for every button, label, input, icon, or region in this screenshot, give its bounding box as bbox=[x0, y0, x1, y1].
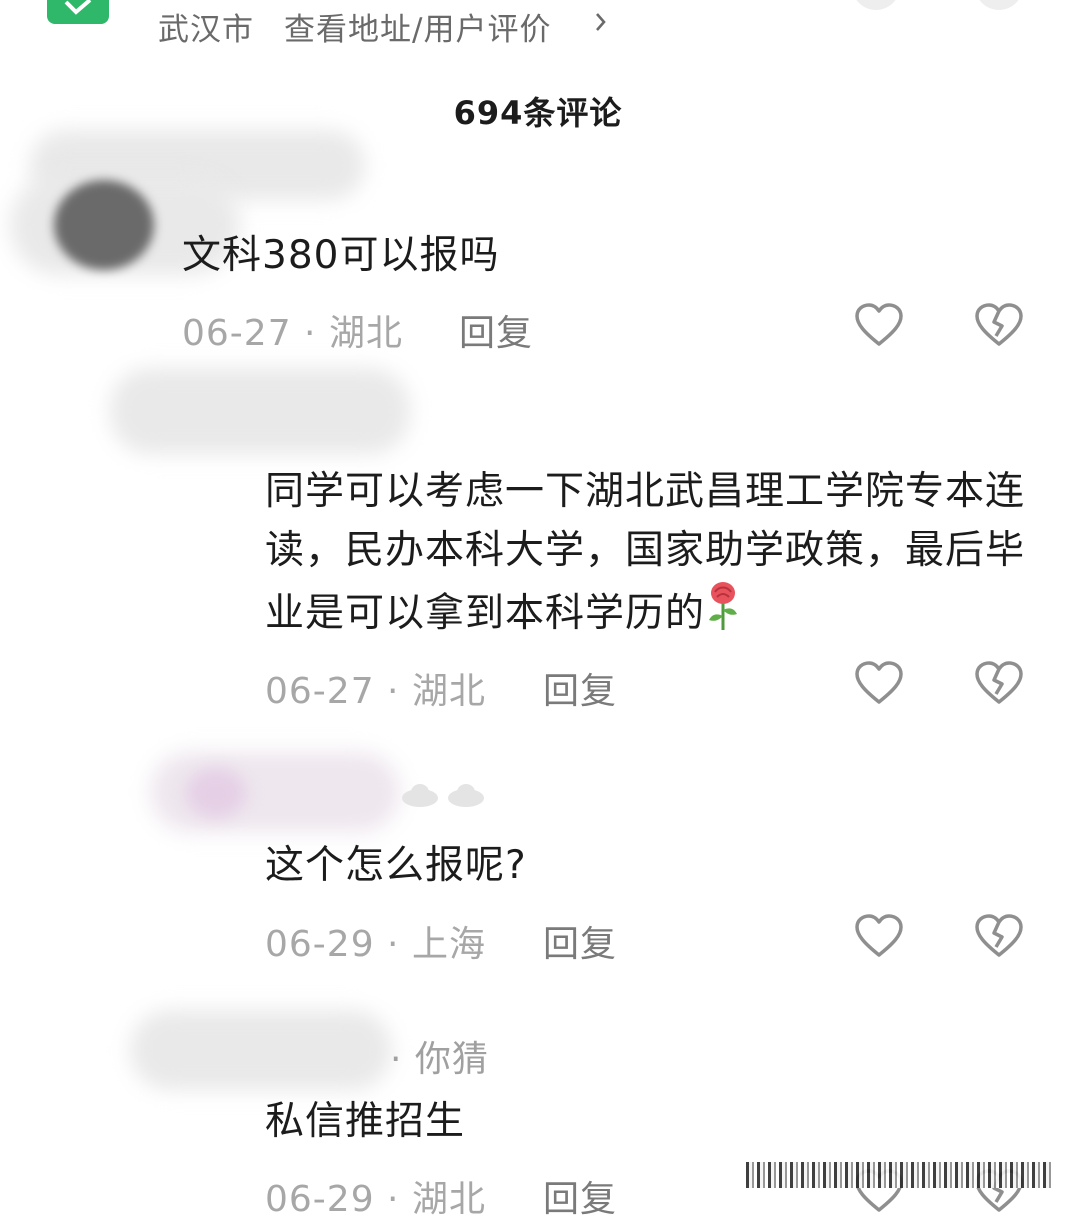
comment-meta: 06-27 · 湖北 bbox=[265, 671, 486, 712]
comment-meta: 06-29 · 上海 bbox=[265, 924, 486, 965]
username-suffix: · 你猜 bbox=[390, 1039, 489, 1080]
location-city: 武汉市 bbox=[158, 12, 254, 48]
broken-heart-icon[interactable] bbox=[974, 302, 1024, 348]
comment-count-title: 694条评论 bbox=[453, 94, 623, 132]
heart-outline-icon[interactable] bbox=[854, 913, 904, 959]
comment-date: 06-29 bbox=[265, 924, 375, 965]
comment-text: 这个怎么报呢? bbox=[265, 843, 527, 888]
comment-text: 文科380可以报吗 bbox=[182, 233, 500, 278]
comment-text: 同学可以考虑一下湖北武昌理工学院专本连读，民办本科大学，国家助学政策，最后毕业是… bbox=[265, 469, 1026, 636]
verified-badge bbox=[47, 0, 109, 24]
masked-username bbox=[110, 368, 410, 454]
comment-meta: 06-29 · 湖北 bbox=[265, 1179, 486, 1220]
watermark bbox=[746, 1162, 1052, 1188]
address-reviews-link[interactable]: 查看地址/用户评价 bbox=[284, 4, 551, 49]
check-icon bbox=[64, 0, 92, 15]
more-icon[interactable] bbox=[975, 0, 1023, 10]
comment-text: 私信推招生 bbox=[265, 1099, 466, 1144]
cloud-icon bbox=[402, 784, 484, 807]
reply-button[interactable]: 回复 bbox=[543, 662, 617, 714]
comment-region: 湖北 bbox=[411, 671, 486, 712]
share-icon[interactable] bbox=[852, 0, 900, 10]
avatar[interactable] bbox=[54, 180, 154, 270]
reply-button[interactable]: 回复 bbox=[459, 304, 533, 356]
masked-avatar bbox=[186, 768, 246, 818]
rose-icon bbox=[709, 582, 738, 630]
comment-date: 06-27 bbox=[265, 671, 375, 712]
broken-heart-icon[interactable] bbox=[974, 660, 1024, 706]
reply-button[interactable]: 回复 bbox=[543, 915, 617, 967]
comment-region: 湖北 bbox=[411, 1179, 486, 1220]
chevron-right-icon[interactable] bbox=[594, 9, 608, 35]
heart-outline-icon[interactable] bbox=[854, 302, 904, 348]
comment-date: 06-27 bbox=[182, 313, 292, 354]
heart-outline-icon[interactable] bbox=[854, 660, 904, 706]
broken-heart-icon[interactable] bbox=[974, 913, 1024, 959]
masked-username bbox=[130, 1010, 392, 1090]
comment-date: 06-29 bbox=[265, 1179, 375, 1220]
comment-region: 湖北 bbox=[328, 313, 403, 354]
comment-meta: 06-27 · 湖北 bbox=[182, 313, 403, 354]
comment-region: 上海 bbox=[411, 924, 486, 965]
reply-button[interactable]: 回复 bbox=[543, 1170, 617, 1222]
